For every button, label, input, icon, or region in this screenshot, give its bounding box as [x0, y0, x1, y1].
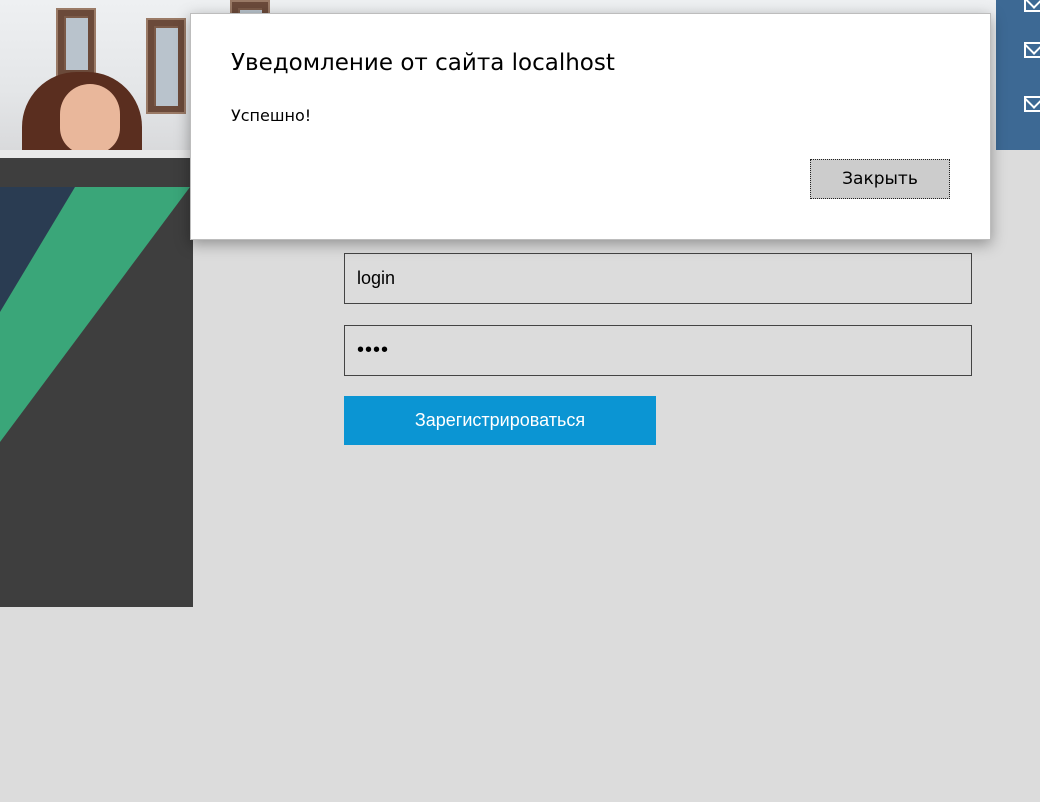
dialog-title: Уведомление от сайта localhost	[231, 50, 615, 76]
close-button-label: Закрыть	[842, 169, 918, 189]
mail-icon[interactable]	[1024, 0, 1040, 12]
header-contact-panel	[996, 0, 1040, 150]
mail-icon[interactable]	[1024, 96, 1040, 112]
login-field-value: login	[357, 268, 396, 288]
close-button[interactable]: Закрыть	[810, 159, 950, 199]
side-panel-top-bar	[0, 158, 193, 187]
page: login •••• Зарегистрироваться Уведомлени…	[0, 0, 1040, 802]
password-field[interactable]: ••••	[344, 325, 972, 376]
side-panel	[0, 158, 193, 607]
person-photo-face	[60, 84, 120, 150]
password-field-value: ••••	[357, 339, 390, 361]
banner-divider	[0, 150, 193, 158]
mail-icon[interactable]	[1024, 42, 1040, 58]
side-panel-graphic	[0, 187, 190, 442]
login-field[interactable]: login	[344, 253, 972, 304]
register-button-label: Зарегистрироваться	[414, 410, 586, 430]
alert-dialog: Уведомление от сайта localhost Успешно! …	[190, 13, 991, 240]
dialog-message: Успешно!	[231, 106, 312, 125]
register-button[interactable]: Зарегистрироваться	[344, 396, 656, 445]
